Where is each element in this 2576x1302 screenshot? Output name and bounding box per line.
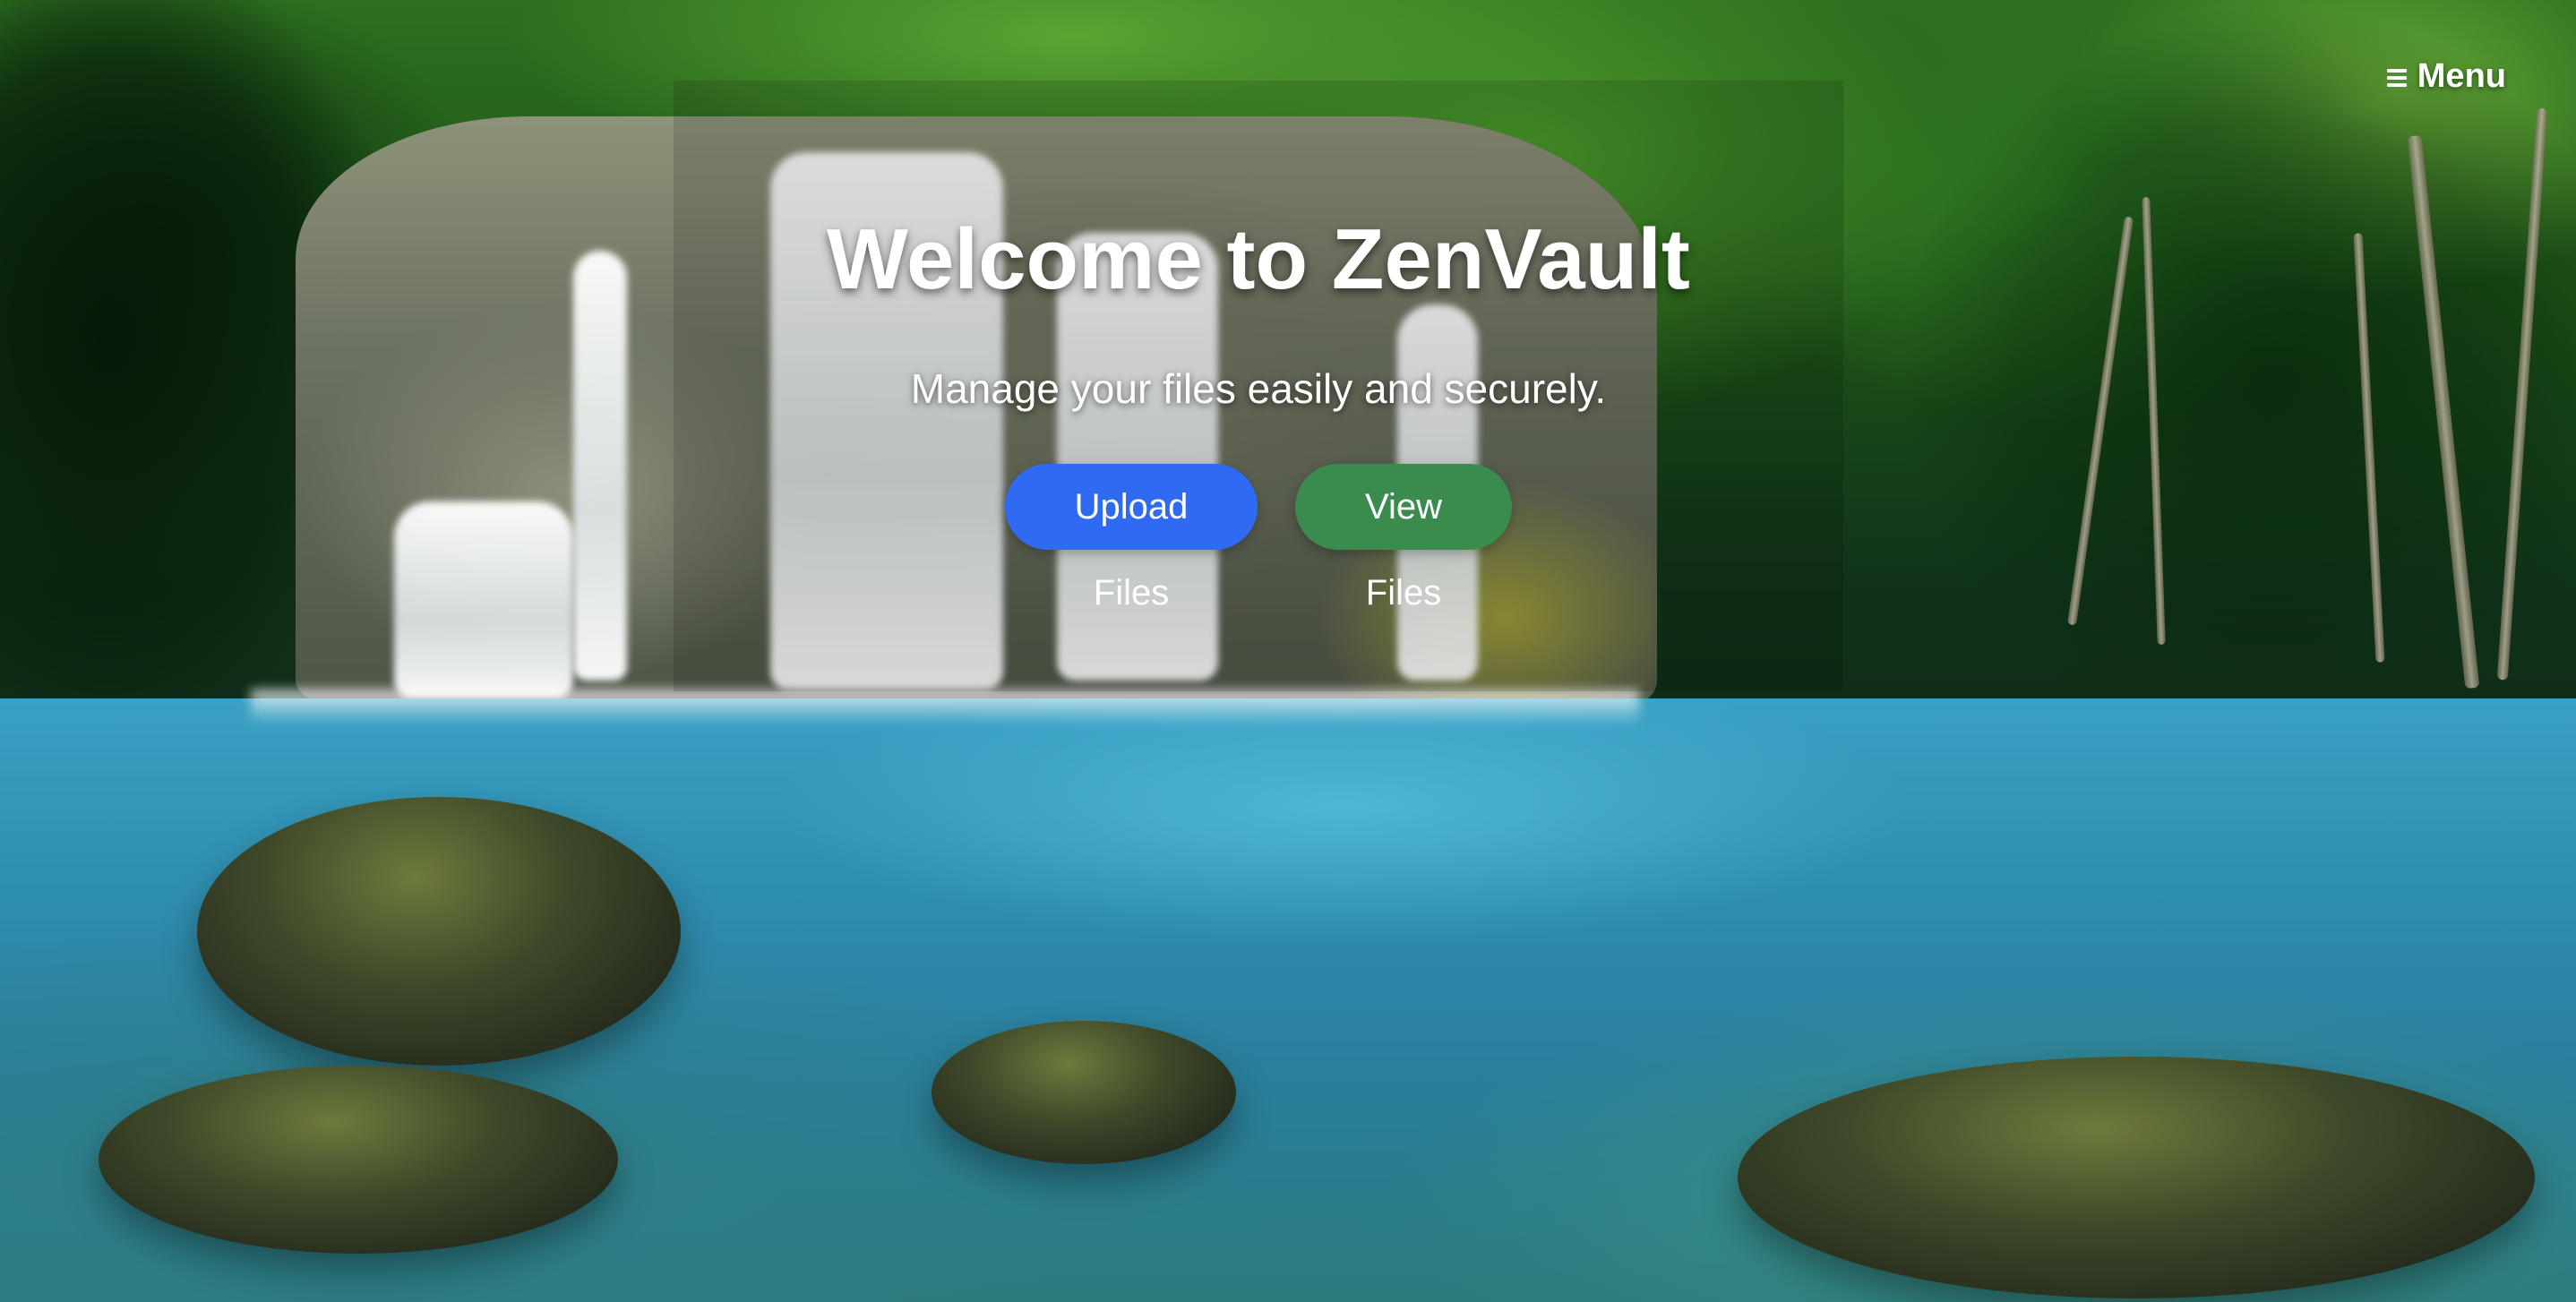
menu-button[interactable]: Menu [2386, 54, 2506, 99]
hamburger-icon [2386, 69, 2407, 87]
river-rock [197, 797, 681, 1066]
river-rock [99, 1066, 618, 1254]
page-title: Welcome to ZenVault [827, 211, 1690, 307]
upload-files-button[interactable]: Upload Files [1005, 464, 1258, 612]
view-files-button[interactable]: View Files [1295, 464, 1512, 612]
river-rock [1738, 1057, 2535, 1298]
foliage-right [1770, 0, 2576, 752]
hero-subtitle: Manage your files easily and securely. [910, 365, 1607, 412]
hero-actions: Upload Files View Files [674, 464, 1843, 612]
waterfall-stream [394, 501, 573, 698]
waterfall-stream [573, 251, 627, 681]
river-rock [932, 1021, 1236, 1164]
menu-label: Menu [2417, 57, 2506, 95]
landing-page: Welcome to ZenVault Manage your files ea… [0, 0, 2576, 1302]
waterfall-spray [251, 690, 1639, 725]
